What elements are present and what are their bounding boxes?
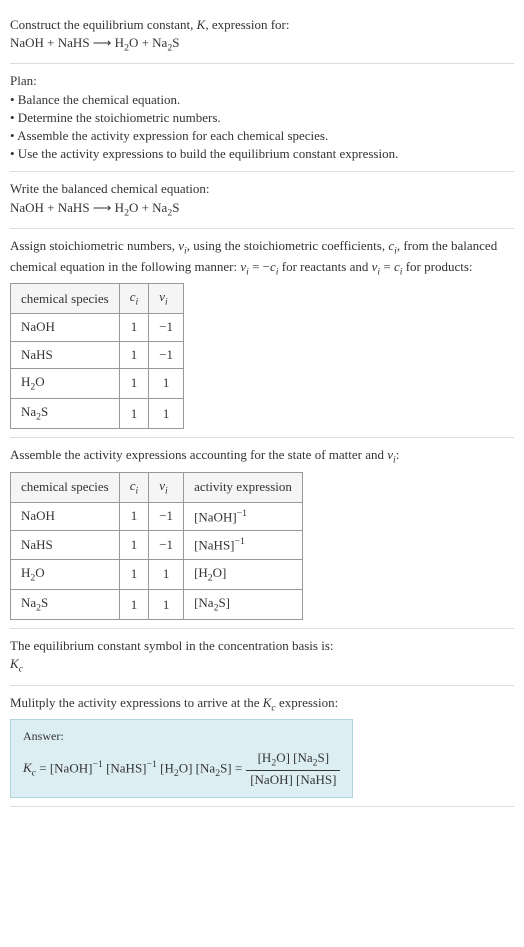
answer-box: Answer: Kc = [NaOH]−1 [NaHS]−1 [H2O] [Na… [10,719,353,798]
symbol-section: The equilibrium constant symbol in the c… [10,629,514,685]
balanced-title: Write the balanced chemical equation: [10,180,514,198]
col-species: chemical species [11,284,120,314]
cell-species: H2O [11,368,120,398]
symbol-kc: Kc [10,655,514,676]
cell-v: −1 [149,531,184,560]
cell-c: 1 [119,559,149,589]
cell-c: 1 [119,314,149,341]
table-row: NaOH 1 −1 [11,314,184,341]
table-row: NaOH 1 −1 [NaOH]−1 [11,502,303,531]
answer-denominator: [NaOH] [NaHS] [246,771,340,789]
cell-v: 1 [149,399,184,429]
multiply-title: Mulitply the activity expressions to arr… [10,694,514,715]
intro-section: Construct the equilibrium constant, K, e… [10,8,514,64]
activity-section: Assemble the activity expressions accoun… [10,438,514,629]
cell-c: 1 [119,399,149,429]
plan-item: • Determine the stoichiometric numbers. [10,109,514,127]
cell-species: H2O [11,559,120,589]
col-ci: ci [119,472,149,502]
symbol-line1: The equilibrium constant symbol in the c… [10,637,514,655]
cell-species: Na2S [11,590,120,620]
stoich-section: Assign stoichiometric numbers, νi, using… [10,229,514,439]
table-row: H2O 1 1 [11,368,184,398]
balanced-equation: NaOH + NaHS ⟶ H2O + Na2S [10,199,514,220]
activity-intro: Assemble the activity expressions accoun… [10,446,514,467]
cell-c: 1 [119,502,149,531]
answer-label: Answer: [23,728,340,745]
multiply-section: Mulitply the activity expressions to arr… [10,686,514,807]
answer-fraction: [H2O] [Na2S] [NaOH] [NaHS] [246,749,340,789]
answer-lhs: Kc = [NaOH]−1 [NaHS]−1 [H2O] [Na2S] = [23,758,242,781]
col-species: chemical species [11,472,120,502]
table-row: H2O 1 1 [H2O] [11,559,303,589]
plan-section: Plan: • Balance the chemical equation. •… [10,64,514,172]
table-header-row: chemical species ci νi [11,284,184,314]
cell-species: Na2S [11,399,120,429]
cell-species: NaOH [11,314,120,341]
col-vi: νi [149,284,184,314]
cell-v: 1 [149,368,184,398]
cell-c: 1 [119,368,149,398]
cell-expr: [Na2S] [184,590,303,620]
cell-species: NaHS [11,531,120,560]
table-row: NaHS 1 −1 [NaHS]−1 [11,531,303,560]
answer-numerator: [H2O] [Na2S] [246,749,340,771]
table-row: Na2S 1 1 [11,399,184,429]
cell-v: 1 [149,590,184,620]
cell-c: 1 [119,590,149,620]
cell-species: NaHS [11,341,120,368]
col-expr: activity expression [184,472,303,502]
table-row: NaHS 1 −1 [11,341,184,368]
cell-expr: [NaHS]−1 [184,531,303,560]
cell-expr: [H2O] [184,559,303,589]
stoich-intro: Assign stoichiometric numbers, νi, using… [10,237,514,279]
col-ci: ci [119,284,149,314]
cell-c: 1 [119,341,149,368]
plan-item: • Use the activity expressions to build … [10,145,514,163]
plan-item: • Balance the chemical equation. [10,91,514,109]
cell-c: 1 [119,531,149,560]
intro-equation: NaOH + NaHS ⟶ H2O + Na2S [10,34,514,55]
cell-v: −1 [149,341,184,368]
table-row: Na2S 1 1 [Na2S] [11,590,303,620]
cell-v: −1 [149,314,184,341]
plan-title: Plan: [10,72,514,90]
cell-v: 1 [149,559,184,589]
table-header-row: chemical species ci νi activity expressi… [11,472,303,502]
cell-species: NaOH [11,502,120,531]
col-vi: νi [149,472,184,502]
cell-expr: [NaOH]−1 [184,502,303,531]
cell-v: −1 [149,502,184,531]
balanced-section: Write the balanced chemical equation: Na… [10,172,514,228]
answer-expression: Kc = [NaOH]−1 [NaHS]−1 [H2O] [Na2S] = [H… [23,749,340,789]
activity-table: chemical species ci νi activity expressi… [10,472,303,621]
intro-line: Construct the equilibrium constant, K, e… [10,16,514,34]
stoich-table: chemical species ci νi NaOH 1 −1 NaHS 1 … [10,283,184,429]
plan-item: • Assemble the activity expression for e… [10,127,514,145]
